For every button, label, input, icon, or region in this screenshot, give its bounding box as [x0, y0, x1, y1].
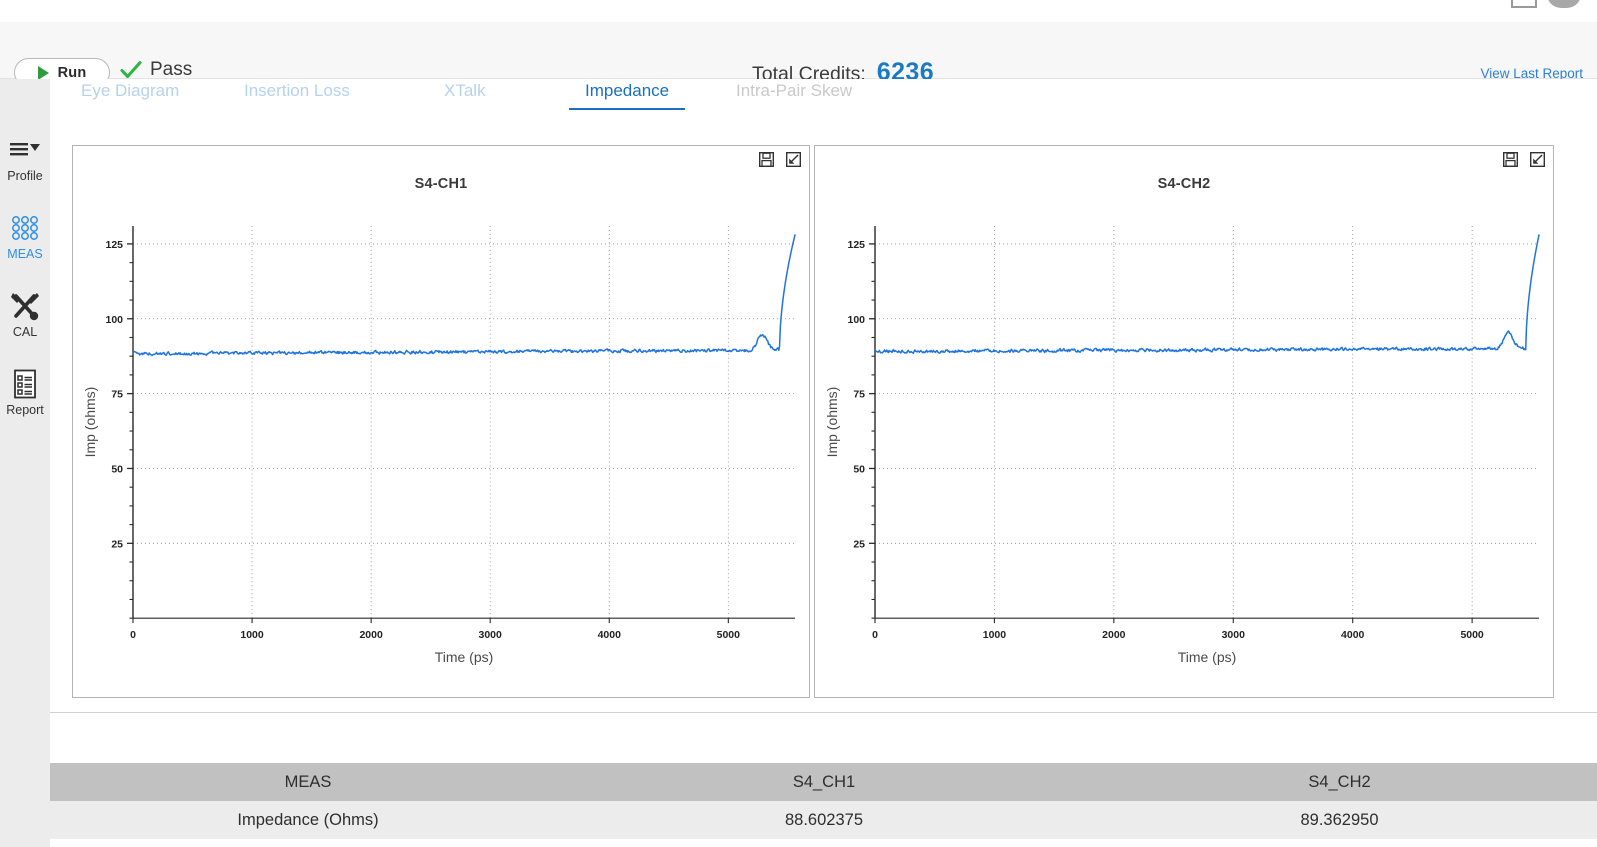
results-table: MEAS S4_CH1 S4_CH2 Impedance (Ohms) 88.6… [50, 763, 1597, 839]
table-row: Impedance (Ohms) 88.602375 89.362950 [50, 801, 1597, 839]
svg-text:4000: 4000 [1341, 630, 1364, 641]
close-window-icon[interactable] [1547, 0, 1581, 8]
table-cell-s4-ch1: 88.602375 [566, 801, 1082, 839]
chart-panel-s4-ch2: S4-CH2 25 50 75 100 125 0 1000 2000 3000 4000 5000… [814, 145, 1554, 698]
tab-xtalk[interactable]: XTalk [444, 79, 486, 110]
table-header-s4-ch2: S4_CH2 [1082, 763, 1597, 801]
svg-text:Imp (ohms): Imp (ohms) [82, 387, 98, 458]
save-icon[interactable] [759, 152, 774, 167]
report-doc-icon [12, 369, 38, 399]
svg-text:Time (ps): Time (ps) [1178, 649, 1237, 665]
plot-s4-ch2: 25 50 75 100 125 0 1000 2000 3000 4000 5000 Time (p… [815, 204, 1553, 697]
tab-bar: Eye Diagram Insertion Loss XTalk Impedan… [50, 79, 1597, 115]
tab-insertion-loss[interactable]: Insertion Loss [244, 79, 350, 110]
status-badge: Pass [120, 59, 192, 81]
sidebar: Profile MEAS CAL Report [0, 79, 50, 847]
sidebar-item-profile[interactable]: Profile [0, 123, 50, 187]
sidebar-item-report[interactable]: Report [0, 357, 50, 421]
chart-title-s4-ch2: S4-CH2 [1157, 176, 1211, 192]
grid-dots-icon [10, 213, 40, 243]
svg-text:100: 100 [106, 315, 124, 326]
table-header-s4-ch1: S4_CH1 [566, 763, 1082, 801]
menu-dropdown-icon [9, 135, 41, 165]
svg-text:100: 100 [848, 315, 866, 326]
svg-text:1000: 1000 [983, 630, 1006, 641]
svg-text:0: 0 [872, 630, 878, 641]
results-table-wrap: MEAS S4_CH1 S4_CH2 Impedance (Ohms) 88.6… [50, 712, 1597, 847]
svg-text:75: 75 [853, 390, 865, 401]
svg-text:0: 0 [130, 630, 136, 641]
sidebar-item-report-label: Report [6, 403, 44, 417]
table-cell-measurement: Impedance (Ohms) [50, 801, 566, 839]
tab-intra-pair-skew[interactable]: Intra-Pair Skew [736, 79, 852, 110]
app-root: Run Pass Total Credits: 6236 View Last R… [0, 0, 1597, 847]
plot-s4-ch1: 25 50 75 100 125 0 1000 2000 3000 4000 5000 Time (p… [73, 204, 809, 697]
svg-text:125: 125 [848, 240, 866, 251]
svg-text:75: 75 [111, 390, 123, 401]
chart-title-s4-ch1: S4-CH1 [414, 176, 468, 192]
sidebar-item-cal-label: CAL [12, 325, 38, 339]
svg-text:5000: 5000 [717, 630, 740, 641]
sidebar-item-profile-label: Profile [7, 169, 43, 183]
expand-icon[interactable] [1530, 152, 1545, 167]
titlebar [0, 0, 1597, 22]
svg-text:2000: 2000 [359, 630, 382, 641]
check-icon [120, 61, 142, 79]
table-header-row: MEAS S4_CH1 S4_CH2 [50, 763, 1597, 801]
tools-icon [9, 291, 41, 321]
charts-area: S4-CH1 25 50 75 100 125 0 1000 2000 3000 4000 5000… [50, 118, 1597, 708]
chart-panel-tools [1503, 152, 1545, 167]
svg-text:3000: 3000 [479, 630, 502, 641]
table-cell-s4-ch2: 89.362950 [1082, 801, 1597, 839]
svg-text:5000: 5000 [1460, 630, 1483, 641]
tab-eye-diagram[interactable]: Eye Diagram [81, 79, 179, 110]
save-icon[interactable] [1503, 152, 1518, 167]
play-icon [37, 65, 49, 80]
svg-text:1000: 1000 [240, 630, 263, 641]
svg-text:25: 25 [853, 539, 865, 550]
sidebar-item-meas-label: MEAS [7, 247, 43, 261]
status-text: Pass [150, 59, 193, 80]
svg-text:50: 50 [853, 464, 865, 475]
sidebar-item-cal[interactable]: CAL [0, 279, 50, 343]
sidebar-item-meas[interactable]: MEAS [0, 201, 50, 265]
toolbar: Run Pass Total Credits: 6236 View Last R… [0, 22, 1597, 87]
svg-text:4000: 4000 [598, 630, 621, 641]
chart-panel-s4-ch1: S4-CH1 25 50 75 100 125 0 1000 2000 3000 4000 5000… [72, 145, 810, 698]
expand-icon[interactable] [786, 152, 801, 167]
svg-text:Time (ps): Time (ps) [435, 649, 494, 665]
tab-impedance[interactable]: Impedance [568, 79, 686, 110]
svg-text:125: 125 [106, 240, 124, 251]
svg-text:50: 50 [111, 464, 123, 475]
svg-text:Imp (ohms): Imp (ohms) [824, 387, 840, 458]
svg-text:2000: 2000 [1102, 630, 1125, 641]
svg-text:25: 25 [111, 539, 123, 550]
restore-window-icon[interactable] [1511, 0, 1537, 8]
svg-text:3000: 3000 [1222, 630, 1245, 641]
chart-panel-tools [759, 152, 801, 167]
table-header-meas: MEAS [50, 763, 566, 801]
